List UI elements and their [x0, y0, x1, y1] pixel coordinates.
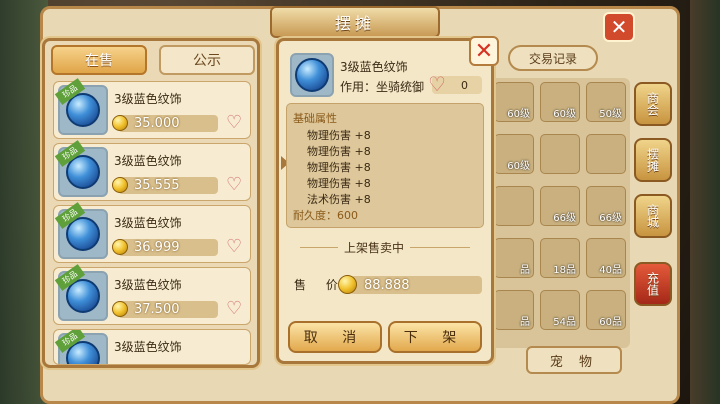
list-item[interactable]: 珍品 3级蓝色纹饰 36.999 ♡ [53, 202, 251, 263]
item-price: 37.500 [118, 301, 218, 318]
attributes-header: 基础属性 [293, 112, 337, 125]
inventory-slot[interactable]: 品 [494, 238, 534, 278]
detail-item-icon [290, 53, 334, 97]
inventory-slot[interactable] [586, 134, 626, 174]
attribute-row: 法术伤害 +8 [307, 193, 371, 206]
durability: 耐久度：600 [293, 209, 358, 222]
attributes-box: 基础属性 物理伤害 +8 物理伤害 +8 物理伤害 +8 物理伤害 +8 法术伤… [286, 103, 484, 228]
delist-button[interactable]: 下 架 [388, 321, 482, 353]
coin-icon [112, 301, 128, 317]
favorite-count-value: 0 [461, 78, 468, 92]
tab-on-sale[interactable]: 在售 [51, 45, 147, 75]
side-tab-recharge[interactable]: 充值 [634, 262, 672, 306]
item-price: 36.999 [118, 239, 218, 256]
blue-ornament-icon [295, 58, 329, 92]
item-price: 35.555 [118, 177, 218, 194]
inventory-slot[interactable] [540, 134, 580, 174]
side-tab-stall[interactable]: 摆摊 [634, 138, 672, 182]
item-icon: 珍品 [54, 140, 108, 197]
trade-record-button[interactable]: 交易记录 [508, 45, 598, 71]
inventory-slot[interactable]: 60品 [586, 290, 626, 330]
side-tab-shop-guild[interactable]: 商会 [634, 82, 672, 126]
inventory-slot[interactable]: 66级 [540, 186, 580, 226]
favorite-heart-icon[interactable]: ♡ [226, 238, 242, 256]
favorite-heart-icon[interactable]: ♡ [428, 74, 446, 94]
item-name: 3级蓝色纹饰 [114, 216, 182, 230]
coin-icon [112, 177, 128, 193]
inventory-slot[interactable]: 50级 [586, 82, 626, 122]
item-icon: 珍品 [54, 264, 108, 321]
item-name: 3级蓝色纹饰 [114, 340, 182, 354]
list-item[interactable]: 珍品 3级蓝色纹饰 [53, 329, 251, 365]
item-icon: 珍品 [54, 78, 108, 135]
favorite-heart-icon[interactable]: ♡ [226, 300, 242, 318]
list-item[interactable]: 珍品 3级蓝色纹饰 35.000 ♡ [53, 78, 251, 139]
attribute-row: 物理伤害 +8 [307, 177, 371, 190]
window-close-button[interactable]: ✕ [603, 12, 635, 42]
item-name: 3级蓝色纹饰 [114, 92, 182, 106]
inventory-slot[interactable]: 66级 [586, 186, 626, 226]
inventory-slot[interactable]: 18品 [540, 238, 580, 278]
inventory-slot[interactable]: 40品 [586, 238, 626, 278]
inventory-slot[interactable]: 60级 [540, 82, 580, 122]
detail-price: 88.888 [350, 276, 482, 294]
listing-status: 上架售卖中 [338, 239, 411, 256]
on-sale-list-panel: 在售 公示 珍品 3级蓝色纹饰 35.000 ♡ 珍品 3级蓝色纹饰 35.55… [42, 38, 260, 368]
attribute-row: 物理伤害 +8 [307, 161, 371, 174]
favorite-heart-icon[interactable]: ♡ [226, 114, 242, 132]
favorite-heart-icon[interactable]: ♡ [226, 176, 242, 194]
inventory-slot[interactable]: 54品 [540, 290, 580, 330]
item-name: 3级蓝色纹饰 [114, 154, 182, 168]
detail-item-usage: 作用：坐骑统御 [340, 80, 425, 94]
pet-tab[interactable]: 宠 物 [526, 346, 622, 374]
coin-icon [338, 275, 357, 294]
item-icon: 珍品 [54, 202, 108, 259]
close-x-icon: ✕ [610, 15, 628, 39]
inventory-slot[interactable]: 品 [494, 290, 534, 330]
item-name: 3级蓝色纹饰 [114, 278, 182, 292]
background-edge [690, 0, 720, 404]
item-price: 35.000 [118, 115, 218, 132]
window-title: 摆摊 [270, 6, 440, 38]
tab-public-notice[interactable]: 公示 [159, 45, 255, 75]
coin-icon [112, 239, 128, 255]
cancel-button[interactable]: 取 消 [288, 321, 382, 353]
detail-close-button[interactable]: ✕ [469, 36, 499, 66]
detail-item-name: 3级蓝色纹饰 [340, 60, 408, 74]
close-x-icon: ✕ [474, 38, 494, 64]
inventory-slot[interactable]: 60级 [494, 82, 534, 122]
side-tab-mall[interactable]: 商城 [634, 194, 672, 238]
coin-icon [112, 115, 128, 131]
list-item[interactable]: 珍品 3级蓝色纹饰 37.500 ♡ [53, 264, 251, 325]
list-item[interactable]: 珍品 3级蓝色纹饰 35.555 ♡ [53, 140, 251, 201]
inventory-slot[interactable] [494, 186, 534, 226]
inventory-grid: 60级 60级 50级 60级 66级 66级品 18品 40品品 54品 60品 [490, 78, 630, 348]
item-icon: 珍品 [54, 330, 108, 364]
inventory-slot[interactable]: 60级 [494, 134, 534, 174]
attribute-row: 物理伤害 +8 [307, 145, 371, 158]
attribute-row: 物理伤害 +8 [307, 129, 371, 142]
